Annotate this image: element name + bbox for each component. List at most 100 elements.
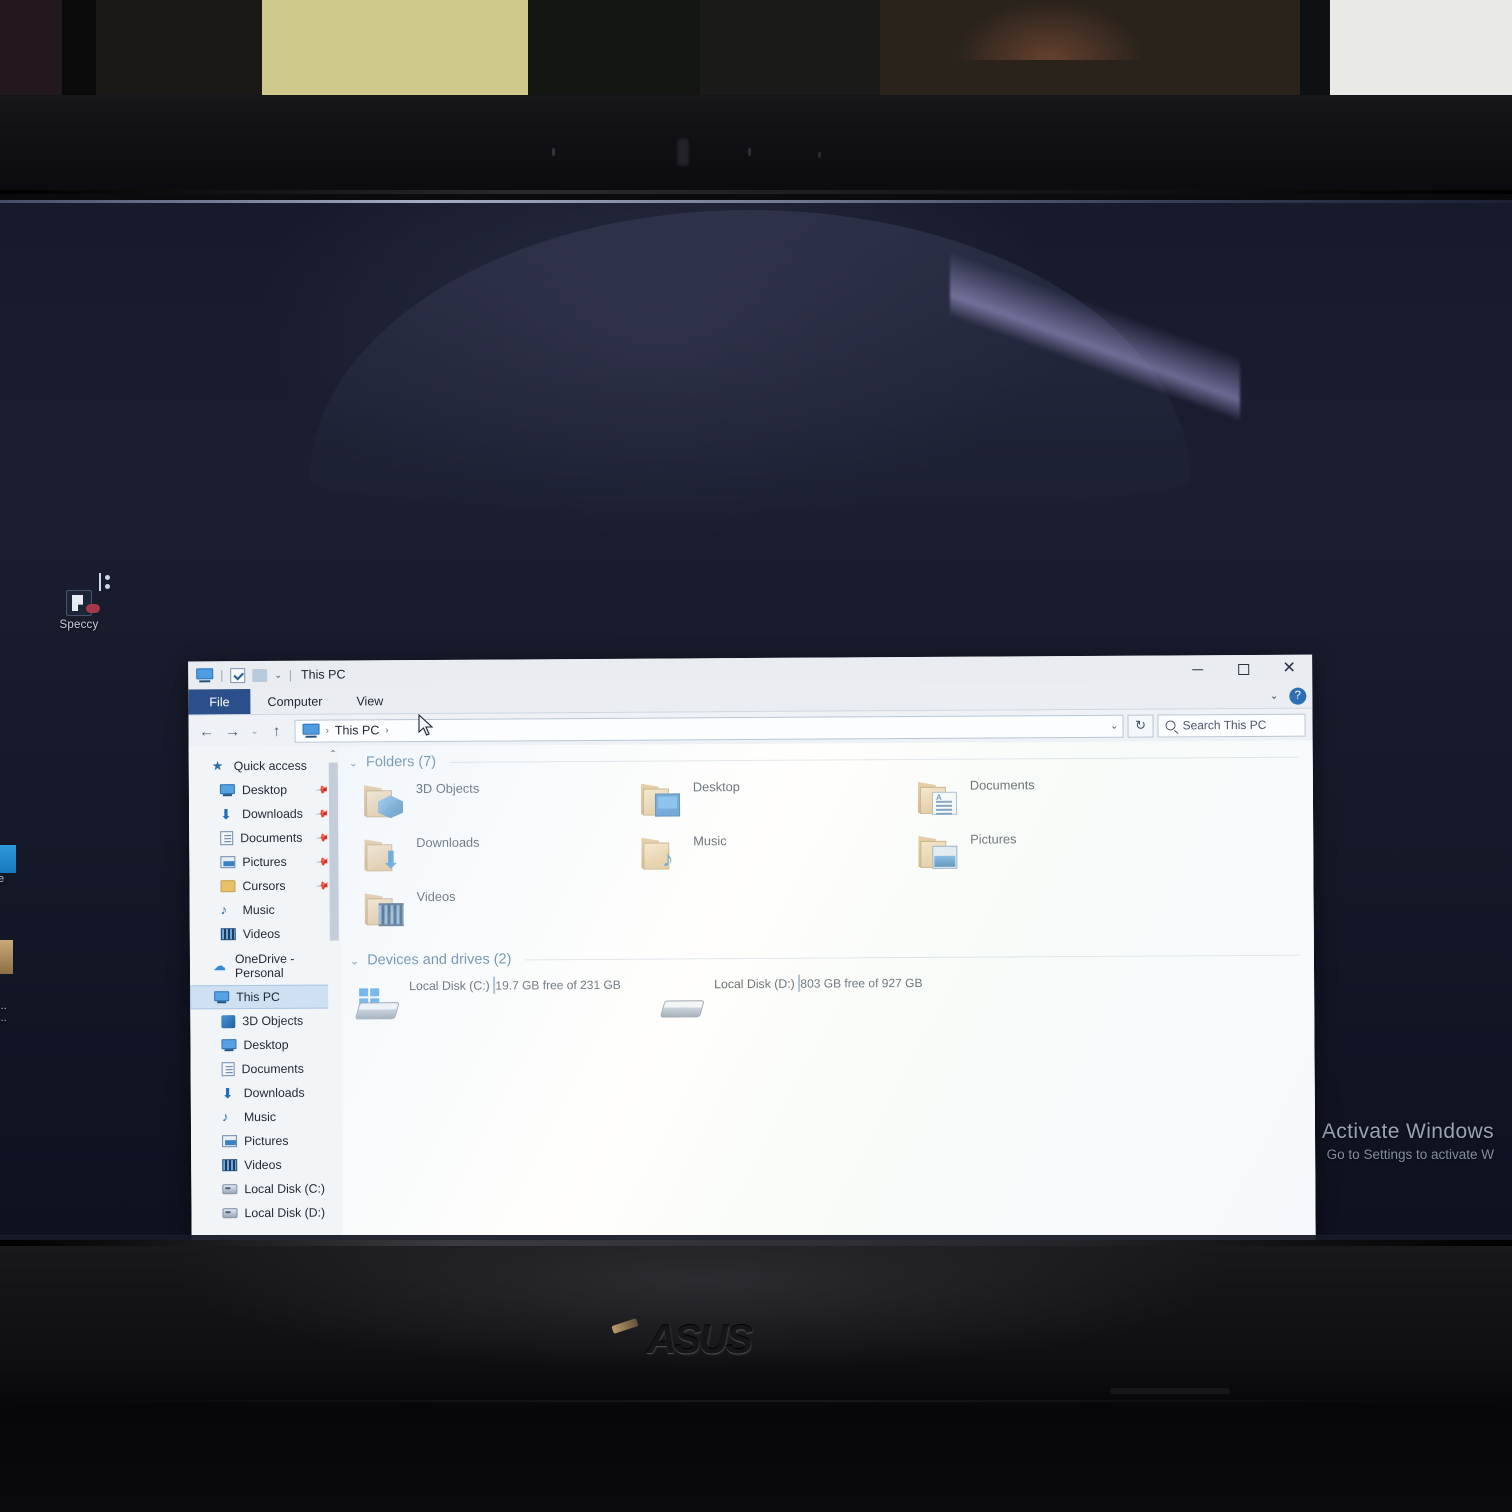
back-button[interactable]: ← <box>196 723 218 740</box>
list-item[interactable]: Documents <box>918 769 1195 825</box>
sidebar-item-pc-desktop[interactable]: Desktop <box>190 1033 341 1058</box>
folders-grid[interactable]: 3D Objects Desktop Documents <box>340 765 1314 937</box>
sidebar-item-local-disk-d[interactable]: Local Disk (D:) <box>191 1201 342 1226</box>
list-item-drive-d[interactable]: Local Disk (D:) 803 GB free of 927 GB <box>659 971 965 1021</box>
tab-view[interactable]: View <box>339 688 400 713</box>
list-item[interactable]: ⬇ Downloads <box>364 827 641 883</box>
maximize-button[interactable] <box>1220 655 1266 683</box>
list-item[interactable]: Pictures <box>918 823 1195 879</box>
up-button[interactable]: ↑ <box>266 722 288 739</box>
address-dropdown-icon[interactable]: ⌄ <box>1110 720 1118 731</box>
sidebar-item-local-disk-c[interactable]: Local Disk (C:) <box>191 1177 342 1202</box>
sidebar-item-pc-documents[interactable]: Documents <box>191 1057 342 1082</box>
group-title: Devices and drives (2) <box>367 951 512 969</box>
breadcrumb-separator[interactable]: › <box>385 725 388 736</box>
sidebar-item-label: Videos <box>244 1157 282 1173</box>
monitor-icon <box>219 783 235 797</box>
picture-icon <box>220 856 236 869</box>
desktop-icon-cropped-2[interactable]: tr... e... <box>0 940 22 1032</box>
search-input[interactable]: Search This PC <box>1157 713 1306 738</box>
sidebar-item-label: 3D Objects <box>242 1013 304 1029</box>
webcam-mic-hole <box>818 152 821 158</box>
tile-label: Music <box>693 833 727 849</box>
video-icon <box>220 928 236 941</box>
sidebar-item-this-pc[interactable]: This PC <box>190 984 342 1010</box>
drives-grid[interactable]: Local Disk (C:) 19.7 GB free of 231 GB L… <box>341 963 1314 1023</box>
folder-desktop-icon <box>641 781 683 817</box>
sidebar-item-onedrive[interactable]: ☁ OneDrive - Personal <box>190 952 341 980</box>
sidebar-item-quick-access[interactable]: ★ Quick access <box>189 754 340 779</box>
tab-computer[interactable]: Computer <box>250 689 339 715</box>
refresh-button[interactable]: ↻ <box>1127 714 1154 738</box>
sidebar-item-music[interactable]: ♪ Music <box>190 898 341 923</box>
room-light-glow <box>955 0 1145 60</box>
desktop-icon-label: e <box>0 873 5 885</box>
star-pin-icon: ★ <box>211 758 224 774</box>
picture-icon <box>222 1135 238 1148</box>
window-controls[interactable]: ✕ <box>1174 655 1312 684</box>
sidebar-item-label: Pictures <box>242 854 287 870</box>
list-item[interactable]: 3D Objects <box>364 773 641 829</box>
scroll-up-icon[interactable]: ⌃ <box>327 747 340 762</box>
webcam-indicator-left <box>552 148 555 156</box>
new-folder-icon[interactable] <box>252 668 268 682</box>
tab-file[interactable]: File <box>188 689 251 715</box>
content-pane[interactable]: ⌄ Folders (7) 3D Objects Desktop A Docum… <box>339 740 1316 1240</box>
search-placeholder: Search This PC <box>1182 717 1267 733</box>
navigation-pane[interactable]: ★ Quick access Desktop 📌 ⬇ Downloads 📌 D… <box>188 746 343 1240</box>
breadcrumb-item-this-pc[interactable]: This PC <box>335 723 380 737</box>
list-item[interactable]: Desktop <box>641 771 918 827</box>
chevron-down-icon[interactable]: ⌄ <box>350 954 359 967</box>
disk-icon <box>222 1208 238 1219</box>
sidebar-item-desktop[interactable]: Desktop 📌 <box>189 778 340 803</box>
sidebar-item-pc-downloads[interactable]: ⬇ Downloads <box>191 1081 342 1106</box>
sidebar-item-label: Desktop <box>241 782 288 798</box>
sidebar-item-label: Music <box>243 1109 277 1125</box>
sidebar-item-videos[interactable]: Videos <box>190 922 341 947</box>
desktop-icon-label: Speccy <box>59 619 99 631</box>
recent-locations-icon[interactable]: ⌄ <box>248 725 262 737</box>
list-item-drive-c[interactable]: Local Disk (C:) 19.7 GB free of 231 GB <box>354 973 660 1023</box>
forward-button[interactable]: → <box>222 723 244 740</box>
sidebar-item-pictures[interactable]: Pictures 📌 <box>189 850 340 875</box>
sidebar-item-pc-videos[interactable]: Videos <box>191 1153 342 1178</box>
sidebar-item-downloads[interactable]: ⬇ Downloads 📌 <box>189 802 340 827</box>
cropped-desktop-icon <box>0 940 13 974</box>
drive-free-space: 19.7 GB free of 231 GB <box>495 977 621 993</box>
minimize-button[interactable] <box>1174 655 1220 683</box>
chevron-down-icon[interactable]: ⌄ <box>274 669 282 680</box>
list-item[interactable]: Videos <box>364 881 641 937</box>
help-icon[interactable]: ? <box>1289 687 1307 705</box>
window-title: This PC <box>300 667 346 682</box>
properties-icon[interactable] <box>230 667 246 683</box>
music-icon: ♪ <box>221 1109 229 1125</box>
sidebar-item-cursors[interactable]: Cursors 📌 <box>189 874 340 899</box>
folder-pictures-icon <box>918 834 960 870</box>
monitor-icon <box>221 1038 237 1052</box>
this-pc-icon <box>214 990 230 1004</box>
folder-music-icon: ♪ <box>641 835 683 872</box>
breadcrumb[interactable]: › This PC › ⌄ <box>294 714 1124 743</box>
folder-videos-icon <box>365 891 407 927</box>
bezel-hinge-line <box>0 190 1512 194</box>
sidebar-item-pc-pictures[interactable]: Pictures <box>191 1129 342 1154</box>
file-explorer-window[interactable]: | ⌄ | This PC ✕ File Computer View ⌄ ? ← <box>188 654 1316 1240</box>
close-button[interactable]: ✕ <box>1266 655 1312 683</box>
desktop-icon-cropped-1[interactable]: e <box>0 845 24 903</box>
bezel-seam <box>0 1400 1512 1402</box>
sidebar-item-label: Pictures <box>244 1133 289 1149</box>
desktop-icon-speccy[interactable]: Speccy <box>44 573 114 644</box>
asus-brand-logo: ASUS <box>647 1317 752 1362</box>
document-icon <box>221 1062 235 1077</box>
group-divider <box>525 954 1300 960</box>
sidebar-item-pc-music[interactable]: ♪ Music <box>191 1105 342 1130</box>
collapse-ribbon-icon[interactable]: ⌄ <box>1270 690 1278 701</box>
sidebar-item-3d-objects[interactable]: 3D Objects <box>190 1009 341 1034</box>
scrollbar-thumb[interactable] <box>328 762 339 941</box>
download-icon: ⬇ <box>220 806 232 823</box>
tile-label: Pictures <box>970 831 1017 847</box>
tile-label: 3D Objects <box>415 780 480 797</box>
sidebar-item-documents[interactable]: Documents 📌 <box>189 826 340 851</box>
list-item[interactable]: ♪ Music <box>641 825 918 881</box>
chevron-down-icon[interactable]: ⌄ <box>349 756 358 769</box>
